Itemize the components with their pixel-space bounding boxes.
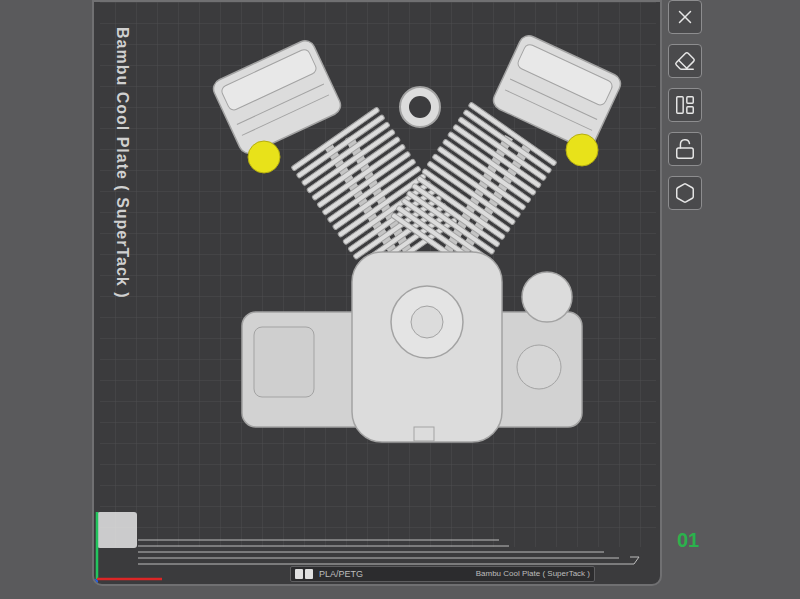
delete-icon <box>674 6 696 28</box>
lock-icon <box>674 138 696 160</box>
viewport: Bambu Cool Plate ( SuperTack ) PLA/PETG Ba… <box>0 0 800 599</box>
settings-icon <box>674 182 696 204</box>
build-plate[interactable]: Bambu Cool Plate ( SuperTack ) PLA/PETG Ba… <box>92 0 662 586</box>
plate-index[interactable]: 01 <box>668 525 702 555</box>
arrange-button[interactable] <box>668 88 702 122</box>
orient-icon <box>674 50 696 72</box>
settings-button[interactable] <box>668 176 702 210</box>
lock-button[interactable] <box>668 132 702 166</box>
plate-label: PLA/PETG Bambu Cool Plate ( SuperTack ) <box>290 566 595 582</box>
filament-icon <box>295 569 313 579</box>
orient-button[interactable] <box>668 44 702 78</box>
filament-text: PLA/PETG <box>319 570 363 579</box>
plate-type-text: Bambu Cool Plate ( SuperTack ) <box>476 570 590 578</box>
engine-model[interactable] <box>209 27 639 447</box>
delete-button[interactable] <box>668 0 702 34</box>
plate-name: Bambu Cool Plate ( SuperTack ) <box>114 27 130 299</box>
arrange-icon <box>674 94 696 116</box>
